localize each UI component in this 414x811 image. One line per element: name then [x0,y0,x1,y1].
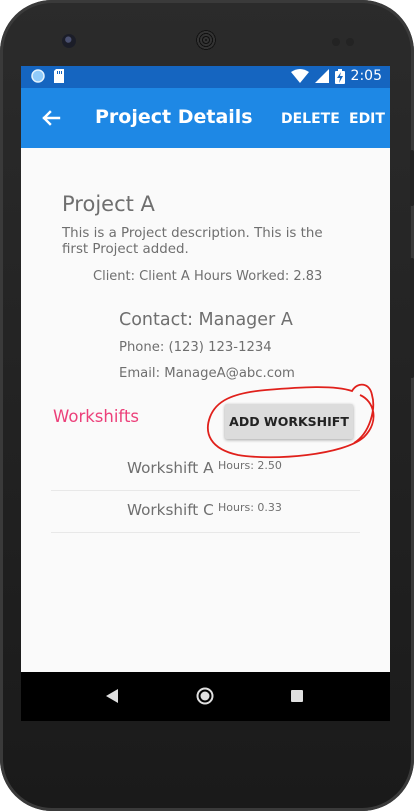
status-left [31,69,65,83]
earpiece-speaker [196,30,216,50]
front-camera [62,34,76,48]
page-title: Project Details [95,106,253,128]
workshift-name: Workshift A [127,459,214,477]
workshift-name: Workshift C [127,501,214,519]
proximity-sensor [332,38,340,46]
notification-circle-icon [31,69,45,83]
project-description: This is a Project description. This is t… [62,226,323,257]
workshift-hours: Hours: 0.33 [218,501,282,514]
nav-home-icon[interactable] [196,687,214,705]
system-nav-bar [21,672,390,721]
project-client-hours: Client: Client A Hours Worked: 2.83 [93,269,323,284]
screen: 2:05 Project Details DELETE EDIT Project… [21,66,390,721]
nav-recents-icon[interactable] [291,690,303,702]
project-name: Project A [62,192,155,216]
nav-back-icon[interactable] [105,688,119,704]
edit-button[interactable]: EDIT [349,111,385,127]
delete-button[interactable]: DELETE [281,111,340,127]
phone-frame: 2:05 Project Details DELETE EDIT Project… [0,0,414,811]
light-sensor [346,38,354,46]
add-workshift-button[interactable]: ADD WORKSHIFT [225,404,353,439]
cell-signal-icon [314,69,329,83]
wifi-icon [290,69,309,83]
contact-email: Email: ManageA@abc.com [119,366,295,381]
workshift-list-item[interactable]: Workshift A Hours: 2.50 [51,448,360,491]
workshift-list-item[interactable]: Workshift C Hours: 0.33 [51,490,360,533]
workshift-hours: Hours: 2.50 [218,459,282,472]
volume-button [410,258,414,378]
contact-title: Contact: Manager A [119,310,293,330]
arrow-back-icon[interactable] [35,102,67,134]
contact-phone: Phone: (123) 123-1234 [119,340,272,355]
project-details-content: Project A This is a Project description.… [21,148,390,672]
battery-charging-icon [334,68,345,84]
sd-card-icon [54,69,64,83]
power-button [410,150,414,206]
app-bar: Project Details DELETE EDIT [21,88,390,148]
workshifts-heading: Workshifts [53,407,140,426]
status-bar: 2:05 [21,66,390,88]
status-right: 2:05 [290,68,382,84]
status-time: 2:05 [350,68,382,84]
